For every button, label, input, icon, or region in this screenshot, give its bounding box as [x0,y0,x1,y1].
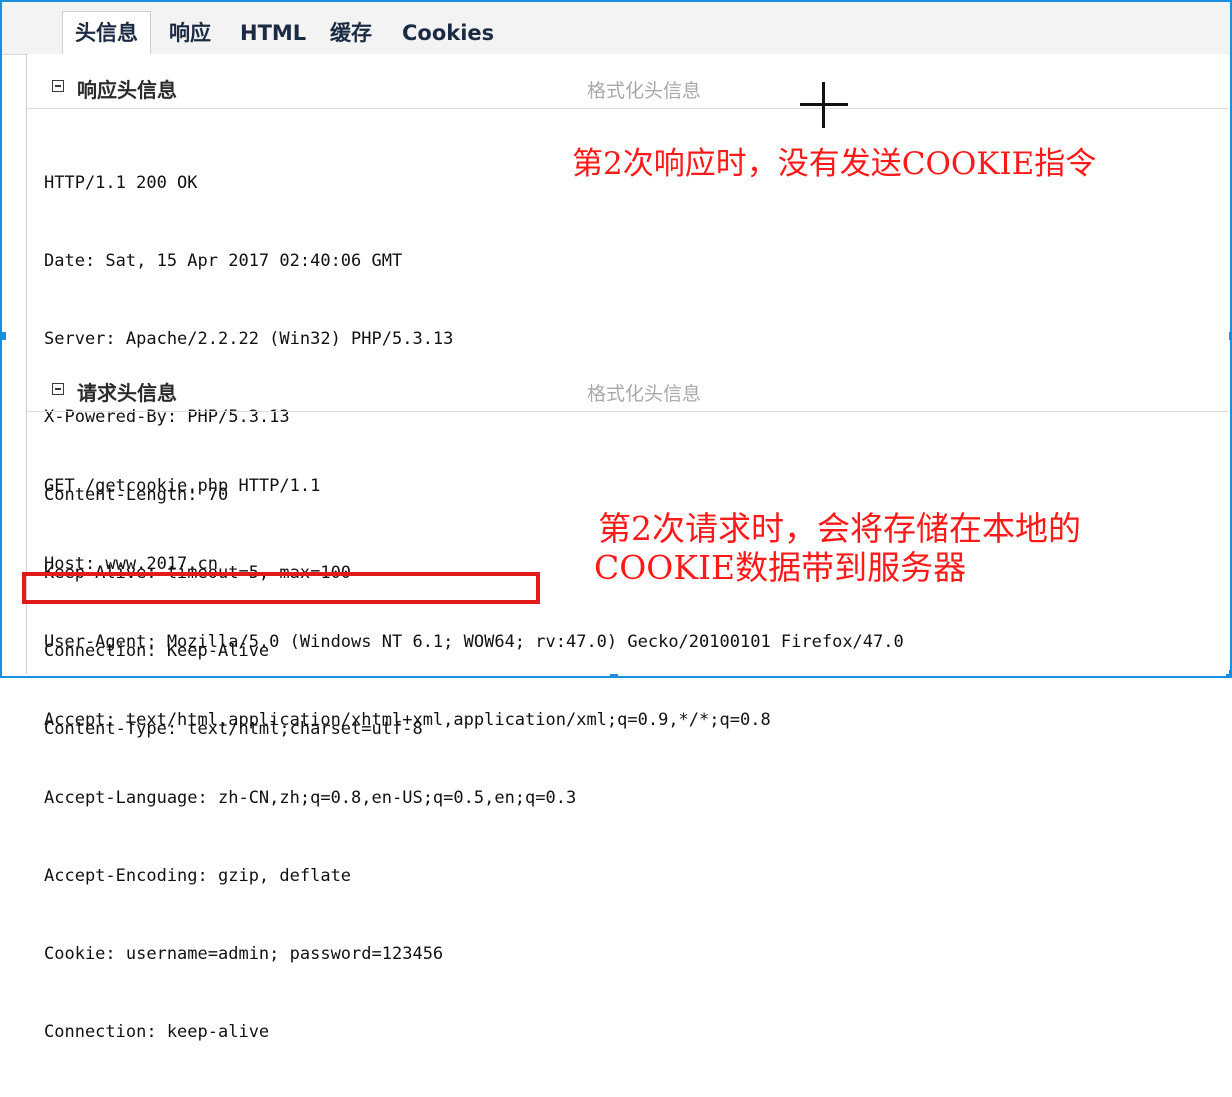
header-line: Date: Sat, 15 Apr 2017 02:40:06 GMT [44,251,403,271]
response-headers-header: 响应头信息 格式化头信息 [27,68,1229,109]
tab-headers[interactable]: 头信息 [62,11,151,56]
response-headers-title: 响应头信息 [77,78,177,102]
crosshair-cursor-icon [822,82,825,128]
header-line: User-Agent: Mozilla/5.0 (Windows NT 6.1;… [44,632,904,652]
header-line: HTTP/1.1 200 OK [44,173,198,193]
header-line: Accept-Language: zh-CN,zh;q=0.8,en-US;q=… [44,788,577,808]
cookie-header-line: Cookie: username=admin; password=123456 [44,944,444,964]
tab-cache[interactable]: 缓存 [318,12,384,54]
resize-handle-left[interactable] [0,332,6,340]
collapse-icon[interactable] [52,80,64,92]
cookie-highlight-box [22,572,540,604]
tab-bar: 头信息 响应 HTML 缓存 Cookies [2,2,1230,56]
request-headers-title: 请求头信息 [77,381,177,405]
header-line: GET /getcookie.php HTTP/1.1 [44,476,321,496]
response-annotation: 第2次响应时，没有发送COOKIE指令 [572,146,1097,182]
tab-html[interactable]: HTML [228,12,318,54]
tab-cookies[interactable]: Cookies [390,12,506,54]
header-line: Accept: text/html,application/xhtml+xml,… [44,710,771,730]
request-annotation-line2: COOKIE数据带到服务器 [594,548,967,587]
format-headers-link[interactable]: 格式化头信息 [587,379,701,406]
tab-response[interactable]: 响应 [157,12,223,54]
header-line: Connection: keep-alive [44,1022,270,1042]
header-line: Accept-Encoding: gzip, deflate [44,866,352,886]
format-headers-link[interactable]: 格式化头信息 [587,76,701,103]
header-line: Server: Apache/2.2.22 (Win32) PHP/5.3.13 [44,329,454,349]
request-headers-header: 请求头信息 格式化头信息 [27,371,1229,412]
collapse-icon[interactable] [52,383,64,395]
